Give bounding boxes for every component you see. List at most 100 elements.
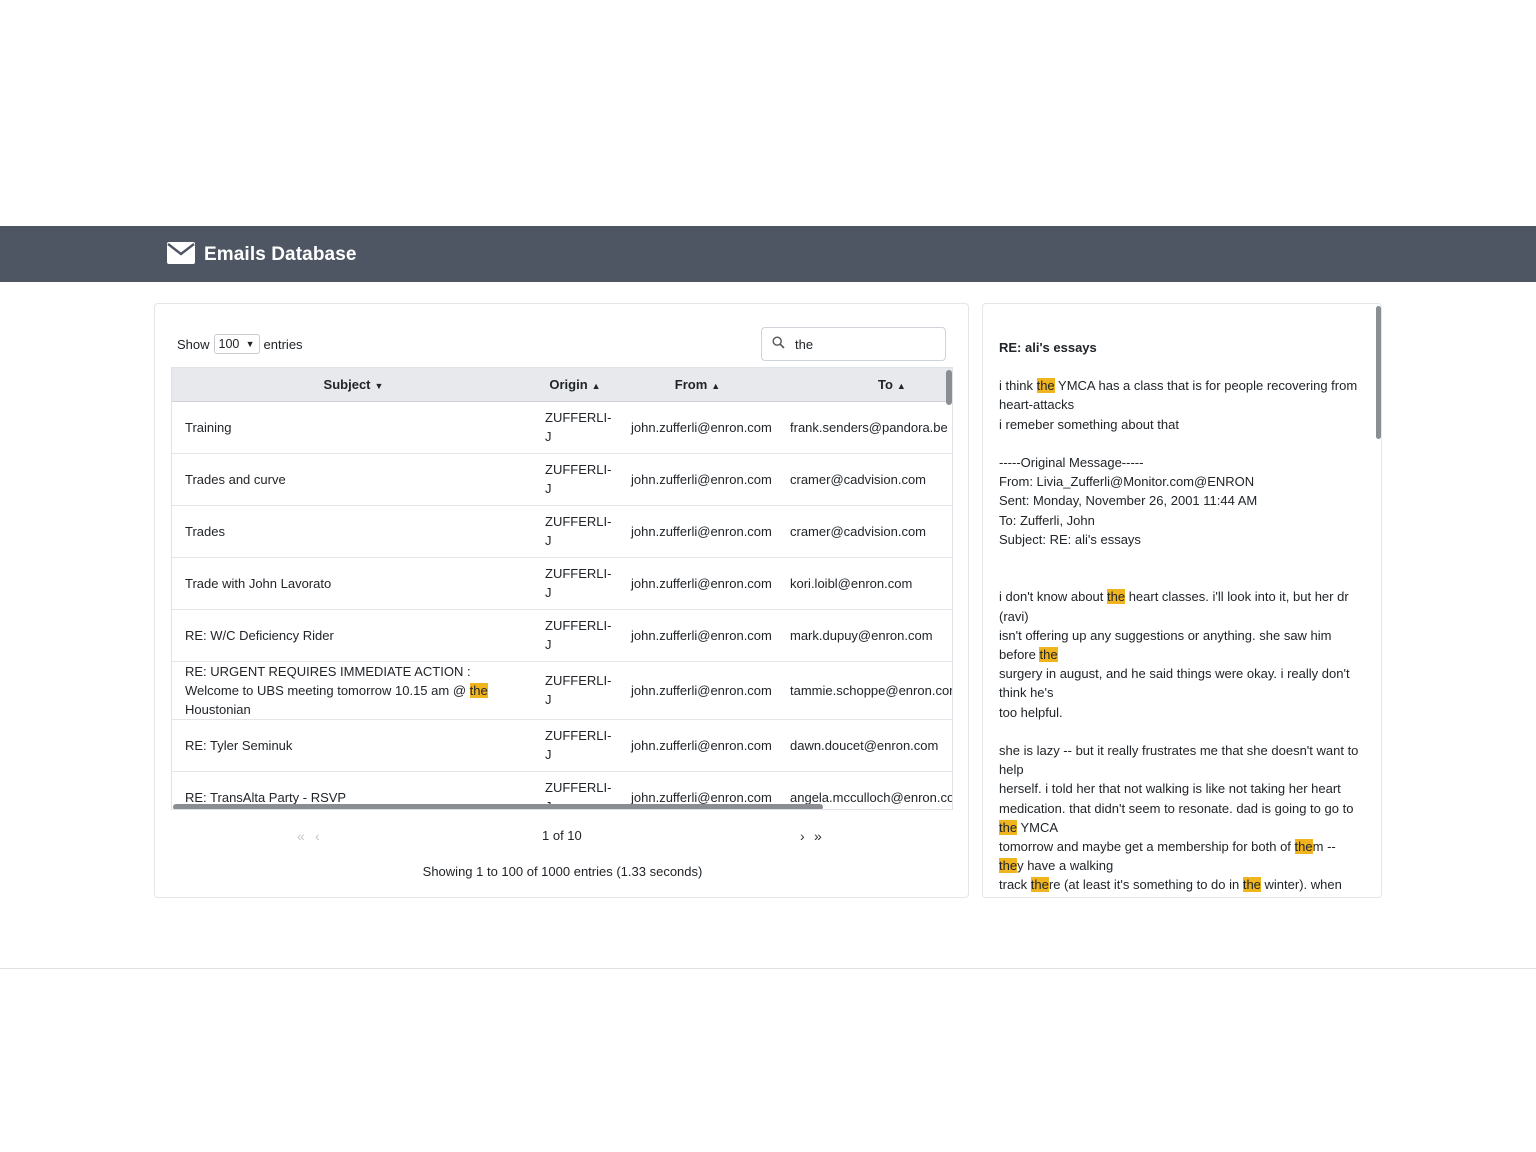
email-text: (ravi) xyxy=(999,608,1029,624)
search-highlight: the xyxy=(999,819,1018,835)
table-row[interactable]: RE: URGENT REQUIRES IMMEDIATE ACTION : W… xyxy=(172,661,952,720)
entries-summary: Showing 1 to 100 of 1000 entries (1.33 s… xyxy=(422,864,703,879)
cell-from: john.zufferli@enron.com xyxy=(615,661,780,720)
table-row[interactable]: Training ZUFFERLI-J john.zufferli@enron.… xyxy=(172,401,952,454)
cell-to: frank.senders@pandora.be xyxy=(780,401,952,454)
email-body-line: Sent: Monday, November 26, 2001 11:44 AM xyxy=(999,491,1359,510)
email-body-line xyxy=(999,434,1359,453)
email-body-line: (ravi) xyxy=(999,607,1359,626)
cell-from: john.zufferli@enron.com xyxy=(615,557,780,610)
cell-from: john.zufferli@enron.com xyxy=(615,401,780,454)
email-body-line xyxy=(999,722,1359,741)
email-text: re (at least it's something to do in xyxy=(1048,877,1243,893)
table-row[interactable]: Trades and curve ZUFFERLI-J john.zufferl… xyxy=(172,453,952,506)
email-body-line: To: Zufferli, John xyxy=(999,511,1359,530)
email-text: isn't offering up any suggestions or any… xyxy=(999,627,1332,643)
table-row[interactable]: RE: Tyler Seminuk ZUFFERLI-J john.zuffer… xyxy=(172,719,952,772)
cell-to: cramer@cadvision.com xyxy=(780,453,952,506)
search-value: the xyxy=(795,336,814,352)
cell-from: john.zufferli@enron.com xyxy=(615,505,780,558)
cell-origin: ZUFFERLI-J xyxy=(535,505,615,558)
email-body-line: medication. that didn't seem to resonate… xyxy=(999,799,1359,818)
email-text: too helpful. xyxy=(999,704,1063,720)
cell-origin: ZUFFERLI-J xyxy=(535,401,615,454)
search-highlight: the xyxy=(1107,589,1126,605)
sort-icon: ▲︎ xyxy=(591,380,601,391)
search-highlight: the xyxy=(1030,877,1049,893)
sort-icon: ▲︎ xyxy=(896,380,906,391)
search-highlight: the xyxy=(999,858,1018,874)
email-body-line: herself. i told her that not walking is … xyxy=(999,779,1359,798)
page-size-control: Show 100 ▼ entries xyxy=(177,334,303,354)
column-header-from[interactable]: From ▲︎ xyxy=(615,368,780,402)
cell-origin: ZUFFERLI-J xyxy=(535,557,615,610)
table-row[interactable]: Trade with John Lavorato ZUFFERLI-J john… xyxy=(172,557,952,610)
cell-to: tammie.schoppe@enron.com xyxy=(780,661,952,720)
search-highlight: the xyxy=(1242,877,1261,893)
email-body-line: tomorrow and maybe get a membership for … xyxy=(999,837,1359,856)
email-text: track xyxy=(999,877,1031,893)
email-preview-card: RE: ali's essays i think the YMCA has a … xyxy=(982,303,1382,898)
chevron-down-icon: ▼ xyxy=(245,339,255,349)
cell-origin: ZUFFERLI-J xyxy=(535,719,615,772)
cell-from: john.zufferli@enron.com xyxy=(615,609,780,662)
email-text: think he's xyxy=(999,685,1054,701)
email-text: i think xyxy=(999,378,1037,394)
table-row[interactable]: RE: W/C Deficiency Rider ZUFFERLI-J john… xyxy=(172,609,952,662)
email-text: YMCA has a class that is for people reco… xyxy=(1054,378,1358,394)
email-body-line: -----Original Message----- xyxy=(999,453,1359,472)
search-highlight: the xyxy=(1294,839,1313,855)
email-text: Subject: RE: ali's essays xyxy=(999,531,1141,547)
column-header-subject[interactable]: Subject ▼ xyxy=(172,368,535,402)
email-body-line: track there (at least it's something to … xyxy=(999,875,1359,894)
cell-to: cramer@cadvision.com xyxy=(780,505,952,558)
page-info: 1 of 10 xyxy=(542,828,582,843)
table-vertical-scrollbar[interactable] xyxy=(946,370,952,405)
email-body-line: i don't know about the heart classes. i'… xyxy=(999,587,1359,606)
email-body-line: help xyxy=(999,760,1359,779)
page-size-select[interactable]: 100 ▼ xyxy=(213,334,260,354)
pagination: « ‹ 1 of 10 › » xyxy=(155,828,970,848)
app-title: Emails Database xyxy=(204,243,357,265)
cell-subject: RE: W/C Deficiency Rider xyxy=(172,609,535,662)
next-page-icon[interactable]: › xyxy=(800,828,805,844)
prev-page-icon[interactable]: ‹ xyxy=(315,828,320,844)
sort-desc-icon: ▼ xyxy=(374,380,384,391)
search-highlight: the xyxy=(1036,378,1055,394)
column-header-origin[interactable]: Origin ▲︎ xyxy=(535,368,615,402)
email-body-line: surgery in august, and he said things we… xyxy=(999,664,1359,683)
email-preview: RE: ali's essays i think the YMCA has a … xyxy=(999,338,1359,895)
email-body: i think the YMCA has a class that is for… xyxy=(999,376,1359,894)
email-text: herself. i told her that not walking is … xyxy=(999,781,1341,797)
cell-to: mark.dupuy@enron.com xyxy=(780,609,952,662)
email-subject: RE: ali's essays xyxy=(999,340,1097,355)
email-body-line: before the xyxy=(999,645,1359,664)
cell-origin: ZUFFERLI-J xyxy=(535,661,615,720)
cell-to: kori.loibl@enron.com xyxy=(780,557,952,610)
cell-subject: RE: Tyler Seminuk xyxy=(172,719,535,772)
email-text: she is lazy -- but it really frustrates … xyxy=(999,743,1359,758)
column-header-to[interactable]: To ▲︎ xyxy=(780,368,952,402)
cell-to: dawn.doucet@enron.com xyxy=(780,719,952,772)
preview-scrollbar[interactable] xyxy=(1376,306,1381,439)
emails-table-card: Show 100 ▼ entries the Subject ▼ Origin ▲︎ xyxy=(154,303,969,898)
brand[interactable]: Emails Database xyxy=(167,242,357,267)
show-label: Show xyxy=(177,336,210,352)
email-text: winter). when xyxy=(1260,877,1342,893)
email-body-line: they have a walking xyxy=(999,856,1359,875)
cell-origin: ZUFFERLI-J xyxy=(535,453,615,506)
cell-from: john.zufferli@enron.com xyxy=(615,719,780,772)
search-input[interactable]: the xyxy=(761,327,946,361)
search-icon xyxy=(772,336,785,352)
search-highlight: the xyxy=(1039,647,1058,662)
first-page-icon[interactable]: « xyxy=(297,828,305,844)
email-text: before xyxy=(999,647,1040,662)
email-text: heart classes. i'll look into it, but he… xyxy=(1125,589,1349,605)
table-row[interactable]: Trades ZUFFERLI-J john.zufferli@enron.co… xyxy=(172,505,952,558)
email-text: medication. that didn't seem to resonate… xyxy=(999,800,1354,816)
entries-label: entries xyxy=(263,336,303,352)
cell-subject: Trades and curve xyxy=(172,453,535,506)
last-page-icon[interactable]: » xyxy=(814,828,822,844)
email-body-line: From: Livia_Zufferli@Monitor.com@ENRON xyxy=(999,472,1359,491)
email-body-line: heart-attacks xyxy=(999,395,1359,414)
